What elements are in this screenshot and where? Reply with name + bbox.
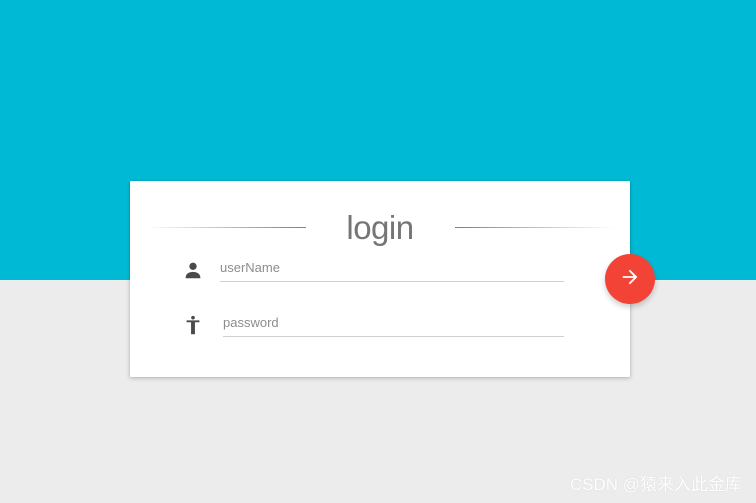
accessibility-icon xyxy=(182,314,204,336)
title-divider-left xyxy=(146,227,306,228)
login-card: login xyxy=(130,181,630,377)
login-title: login xyxy=(346,209,414,246)
csdn-watermark: CSDN @猿来入此金库 xyxy=(569,475,742,494)
person-icon xyxy=(182,259,204,281)
title-divider-right xyxy=(455,227,615,228)
submit-button[interactable] xyxy=(605,254,655,304)
login-page: login userName CSDN @猿来入此金库 xyxy=(0,0,756,503)
username-row xyxy=(182,253,565,287)
username-input[interactable] xyxy=(220,253,564,282)
password-row xyxy=(182,308,565,342)
arrow-right-icon xyxy=(619,266,641,293)
password-input[interactable] xyxy=(223,308,564,337)
